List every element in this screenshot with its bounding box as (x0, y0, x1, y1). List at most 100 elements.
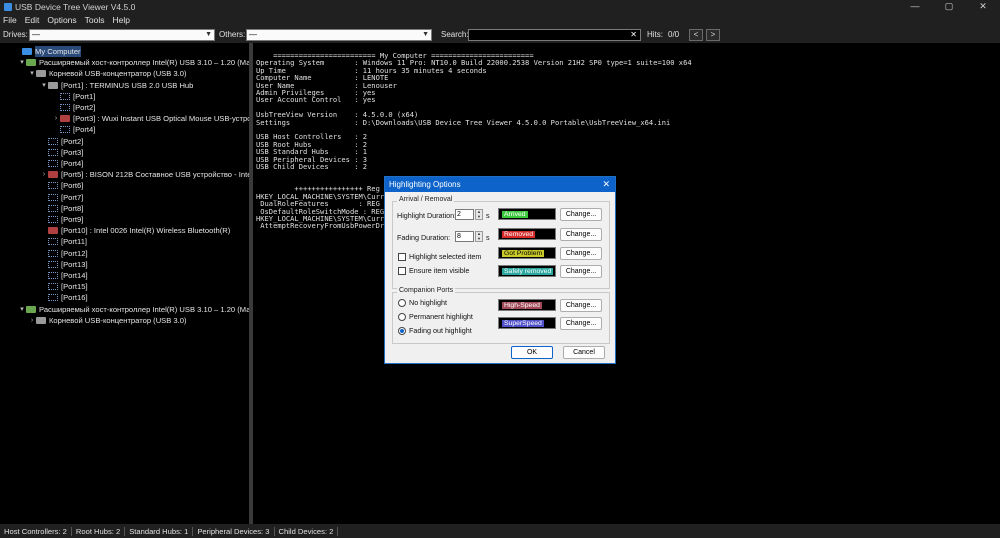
tree-item[interactable]: [Port15] (40, 281, 88, 292)
tree-item[interactable]: [Port16] (40, 292, 88, 303)
tree-item-label: [Port11] (61, 237, 88, 247)
others-label: Others: (219, 30, 246, 39)
dialog-title-bar: Highlighting Options ✕ (385, 177, 615, 192)
status-standard-hubs: Standard Hubs: 1 (125, 526, 194, 536)
change-safely-removed-button[interactable]: Change... (560, 265, 602, 278)
change-high-speed-button[interactable]: Change... (560, 299, 602, 312)
menu-help[interactable]: Help (113, 15, 130, 25)
tree-item[interactable]: [Port6] (40, 180, 83, 191)
others-dropdown[interactable]: — ▼ (246, 29, 432, 41)
highlight-selected-label: Highlight selected item (409, 252, 482, 261)
tree-item[interactable]: [Port7] (40, 192, 83, 203)
tree-item[interactable]: [Port3] (40, 147, 83, 158)
tree-item[interactable]: [Port13] (40, 259, 88, 270)
tree-item-label: [Port14] (61, 271, 88, 280)
tree-item[interactable]: [Port4] (52, 124, 95, 135)
removed-swatch: Removed (498, 228, 556, 240)
cancel-button[interactable]: Cancel (563, 346, 605, 359)
tree-item[interactable]: [Port2] (52, 102, 95, 113)
search-input[interactable]: ✕ (468, 29, 641, 41)
expand-chevron-icon[interactable]: › (40, 169, 48, 180)
tree-item-label: [Port16] (61, 293, 88, 303)
prev-hit-button[interactable]: < (689, 29, 703, 41)
permanent-highlight-label: Permanent highlight (409, 312, 473, 321)
details-pane[interactable]: ======================== My Computer ===… (253, 43, 1000, 524)
tree-item[interactable]: [Port11] (40, 236, 87, 247)
ensure-visible-label: Ensure item visible (409, 266, 470, 275)
tree-item[interactable]: › [Port3] : Wuxi Instant USB Optical Mous… (52, 113, 249, 124)
menu-options[interactable]: Options (47, 15, 76, 25)
tree-item[interactable]: [Port2] (40, 136, 83, 147)
search-label: Search: (441, 30, 469, 39)
tree-item-label: [Port4] (73, 125, 96, 135)
change-got-problem-button[interactable]: Change... (560, 247, 602, 260)
expand-chevron-icon[interactable]: › (52, 113, 60, 124)
hits-value: 0/0 (668, 30, 680, 39)
dialog-close-icon[interactable]: ✕ (602, 177, 610, 192)
minimize-button[interactable]: — (898, 0, 932, 13)
arrived-label: Arrived (502, 211, 528, 218)
tree-item[interactable]: [Port9] (40, 214, 83, 225)
tree-item-label: [Port3] (61, 147, 84, 157)
tree-item-label: [Port12] (61, 248, 88, 258)
spinner-arrows-icon[interactable]: ▲ ▼ (475, 209, 483, 220)
highlight-selected-checkbox[interactable] (398, 253, 406, 261)
clear-search-icon[interactable]: ✕ (630, 30, 637, 40)
tree-item-label: [Port2] (61, 136, 84, 146)
change-super-speed-button[interactable]: Change... (560, 317, 602, 330)
expand-chevron-icon[interactable]: ▾ (40, 80, 48, 91)
menu-edit[interactable]: Edit (25, 15, 40, 25)
port-icon (60, 92, 70, 100)
tree-item[interactable]: ▾ Расширяемый хост-контроллер Intel(R) US… (18, 304, 249, 315)
highlight-duration-value[interactable]: 2 (455, 209, 474, 220)
no-highlight-label: No highlight (409, 298, 447, 307)
high-speed-swatch: High-Speed (498, 299, 556, 311)
permanent-highlight-radio[interactable] (398, 313, 406, 321)
menu-tools[interactable]: Tools (85, 15, 105, 25)
fading-duration-spinner[interactable]: 8 ▲ ▼ (455, 231, 484, 242)
highlight-duration-spinner[interactable]: 2 ▲ ▼ (455, 209, 484, 220)
tree-item[interactable]: [Port1] (52, 91, 95, 102)
tree-item-label: [Port10] : Intel 0026 Intel(R) Wireless … (61, 226, 231, 236)
fading-out-highlight-radio[interactable] (398, 327, 406, 335)
ensure-visible-checkbox[interactable] (398, 267, 406, 275)
tree-item-label: [Port8] (61, 203, 84, 213)
tree-item[interactable]: [Port4] (40, 158, 83, 169)
window-controls: — ▢ ✕ (898, 0, 1000, 13)
port-icon (48, 249, 58, 257)
tree-item[interactable]: [Port12] (40, 248, 88, 259)
fading-duration-unit: s (486, 233, 490, 242)
hub-icon (48, 81, 58, 89)
removed-label: Removed (502, 231, 536, 238)
next-hit-button[interactable]: > (706, 29, 720, 41)
port-icon (48, 272, 58, 279)
tree-item[interactable]: ▾ [Port1] : TERMINUS USB 2.0 USB Hub (40, 80, 193, 91)
tree-item[interactable]: [Port10] : Intel 0026 Intel(R) Wireless … (40, 225, 230, 236)
spinner-arrows-icon[interactable]: ▲ ▼ (475, 231, 483, 242)
ok-button[interactable]: OK (511, 346, 553, 359)
fading-duration-value[interactable]: 8 (455, 231, 474, 242)
tree-item[interactable]: ▾ Расширяемый хост-контроллер Intel(R) US… (18, 57, 249, 68)
tree-item[interactable]: › Корневой USB-концентратор (USB 3.0) (28, 315, 187, 326)
super-speed-label: SuperSpeed (502, 320, 544, 327)
drives-dropdown[interactable]: — ▼ (29, 29, 215, 41)
change-arrived-button[interactable]: Change... (560, 208, 602, 221)
tree-item[interactable]: ▾ Корневой USB-концентратор (USB 3.0) (28, 68, 186, 79)
change-removed-button[interactable]: Change... (560, 228, 602, 241)
menu-file[interactable]: File (3, 15, 17, 25)
tree-item[interactable]: My Computer (14, 46, 81, 57)
tree-item[interactable]: › [Port5] : BISON 212B Составное USB устр… (40, 169, 249, 180)
device-tree[interactable]: My Computer ▾ Расширяемый хост-контроллер … (0, 43, 249, 524)
no-highlight-radio[interactable] (398, 299, 406, 307)
status-child-devices: Child Devices: 2 (275, 526, 339, 536)
maximize-button[interactable]: ▢ (932, 0, 966, 13)
tree-item[interactable]: [Port8] (40, 203, 83, 214)
tree-item-label: Расширяемый хост-контроллер Intel(R) USB… (39, 58, 249, 68)
expand-chevron-icon[interactable]: › (28, 315, 36, 326)
expand-chevron-icon[interactable]: ▾ (28, 68, 36, 79)
tree-item[interactable]: [Port14] (40, 270, 88, 281)
super-speed-swatch: SuperSpeed (498, 317, 556, 329)
close-button[interactable]: ✕ (966, 0, 1000, 13)
expand-chevron-icon[interactable]: ▾ (18, 57, 26, 68)
expand-chevron-icon[interactable]: ▾ (18, 304, 26, 315)
